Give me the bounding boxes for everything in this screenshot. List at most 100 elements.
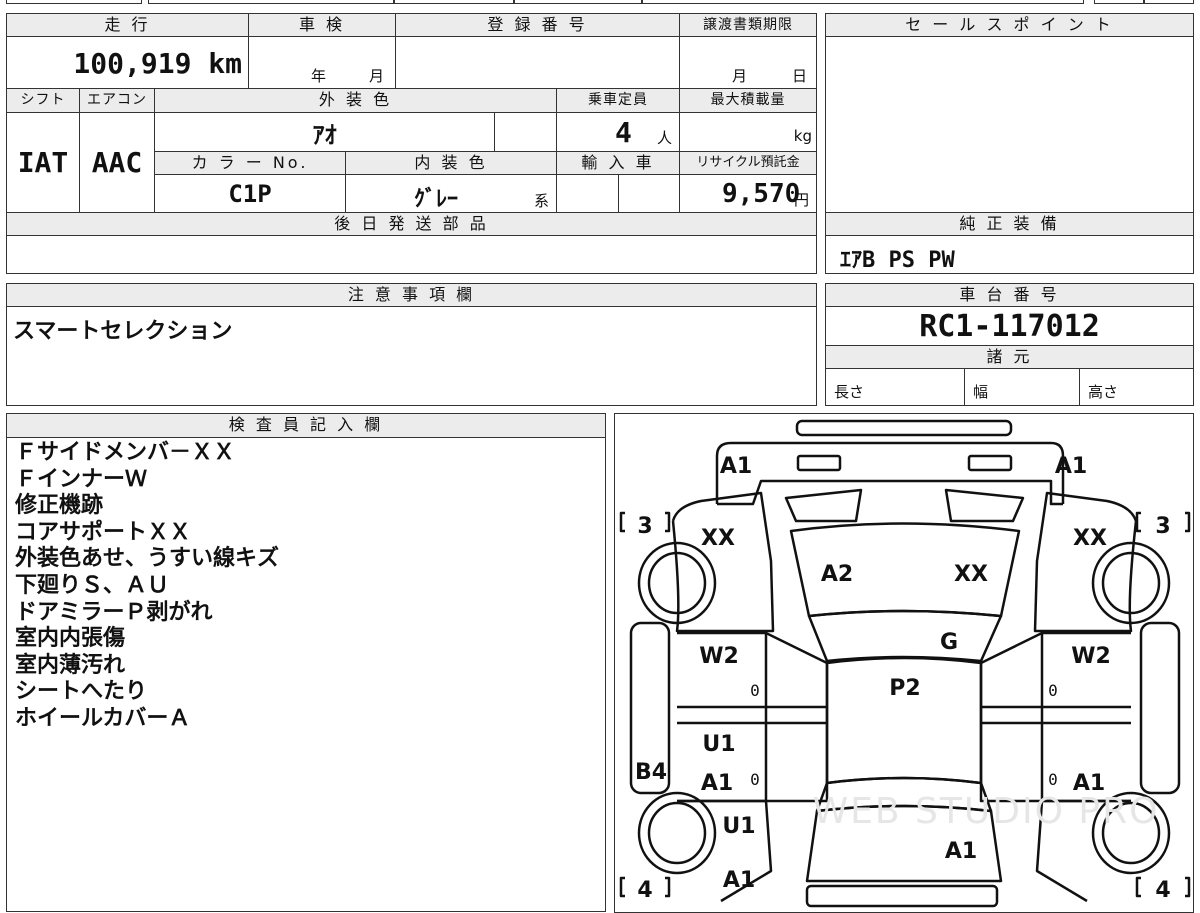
mileage-header: 走 行 xyxy=(6,13,249,37)
inspector-line: 修正機跡 xyxy=(15,493,104,519)
shift-value: IAT xyxy=(17,146,69,179)
deadline-day-unit: 日 xyxy=(792,67,808,85)
recycle-fee-unit: 円 xyxy=(794,191,810,209)
genuine-equipment-cell: ｴｱB PS PW xyxy=(825,235,1194,274)
exterior-color-sub-cell xyxy=(494,112,557,152)
shift-header: シフト xyxy=(6,88,80,113)
label-right-front-fender: XX xyxy=(1073,526,1107,551)
label-left-step: B4 xyxy=(635,760,667,785)
transfer-deadline-header: 譲渡書類期限 xyxy=(679,13,817,37)
auction-sheet: 走 行 車 検 登 録 番 号 譲渡書類期限 セ ー ル ス ポ イ ン ト 1… xyxy=(0,0,1200,913)
aircon-value: AAC xyxy=(91,146,143,179)
sales-point-cell xyxy=(825,36,1194,213)
import-cell-1 xyxy=(556,174,619,213)
inspector-line: シートへたり xyxy=(15,679,148,705)
max-load-cell: kg xyxy=(679,112,817,152)
inspector-line: コアサポートＸＸ xyxy=(15,519,192,545)
door-mark-right-rear: 0 xyxy=(1048,770,1058,789)
interior-color-header: 内 装 色 xyxy=(345,151,557,175)
mileage-cell: 100,919 km xyxy=(6,36,249,89)
spec-width-cell: 幅 xyxy=(964,368,1080,406)
specs-header: 諸 元 xyxy=(825,345,1194,369)
aircon-header: エアコン xyxy=(79,88,155,113)
later-parts-cell xyxy=(6,235,817,274)
chassis-no-value: RC1-117012 xyxy=(919,308,1100,344)
label-right-front-bumper: A1 xyxy=(1055,454,1087,479)
spec-height-label: 高さ xyxy=(1088,383,1119,401)
watermark: WEB STUDIO PRO xyxy=(813,791,1160,832)
label-left-rear-door-2: A1 xyxy=(701,771,733,796)
spec-width-label: 幅 xyxy=(973,383,989,401)
top-strip-cell xyxy=(6,0,142,4)
top-strip-cell xyxy=(148,0,394,4)
shaken-year-unit: 年 xyxy=(311,67,327,85)
chassis-no-header: 車 台 番 号 xyxy=(825,283,1194,307)
color-no-header: カ ラ ー No. xyxy=(154,151,346,175)
exterior-color-cell: ｱｵ xyxy=(154,112,495,152)
import-header: 輸 入 車 xyxy=(556,151,680,175)
inspector-line: Ｆサイドメンバ－ＸＸ xyxy=(15,440,236,465)
label-left-front-bumper: A1 xyxy=(720,454,752,479)
caution-header: 注 意 事 項 欄 xyxy=(6,283,817,307)
aircon-cell: AAC xyxy=(79,112,155,213)
inspector-line: 下廻りＳ、ＡＵ xyxy=(15,572,170,598)
interior-color-suffix: 系 xyxy=(534,192,550,210)
color-no-cell: C1P xyxy=(154,174,346,213)
inspector-header: 検 査 員 記 入 欄 xyxy=(6,413,606,438)
interior-color-cell: ｸﾞﾚｰ 系 xyxy=(345,174,557,213)
label-rear-right-tire: 4 xyxy=(1155,878,1170,903)
top-strip-cell xyxy=(1094,0,1144,4)
top-strip-cell xyxy=(394,0,514,4)
deadline-month-unit: 月 xyxy=(732,67,748,85)
top-strip-cell xyxy=(642,0,1084,4)
label-front-left-tire: 3 xyxy=(637,514,652,539)
label-left-rear-fender-2: A1 xyxy=(723,868,755,893)
label-hood-left: A2 xyxy=(821,562,853,587)
inspector-notes: Ｆサイドメンバ－ＸＸ ＦインナーＷ 修正機跡 コアサポートＸＸ 外装色あせ、うす… xyxy=(6,437,606,912)
door-mark-right-front: 0 xyxy=(1048,681,1058,700)
top-strip-cell xyxy=(514,0,642,4)
shaken-header: 車 検 xyxy=(248,13,396,37)
exterior-color-value: ｱｵ xyxy=(312,120,337,149)
caution-cell: スマートセレクション xyxy=(6,306,817,406)
registration-header: 登 録 番 号 xyxy=(395,13,680,37)
recycle-fee-header: リサイクル預託金 xyxy=(679,151,817,175)
capacity-header: 乗車定員 xyxy=(556,88,680,113)
label-trunk: A1 xyxy=(945,839,977,864)
inspector-line: ホイールカバーＡ xyxy=(15,705,191,731)
top-strip-cell xyxy=(1144,0,1194,4)
spec-length-label: 長さ xyxy=(834,383,865,401)
inspector-line: 室内内張傷 xyxy=(15,626,126,652)
genuine-equipment-value: ｴｱB PS PW xyxy=(840,248,955,273)
caution-value: スマートセレクション xyxy=(13,319,233,344)
door-mark-left-rear: 0 xyxy=(750,770,760,789)
label-roof: P2 xyxy=(889,676,920,701)
capacity-value: 4 xyxy=(615,116,632,149)
max-load-unit: kg xyxy=(793,127,812,145)
color-no-value: C1P xyxy=(228,179,272,208)
car-diagram: A1 A1 XX XX A2 XX G P2 W2 W2 U1 A1 A1 B4… xyxy=(619,419,1191,908)
chassis-no-cell: RC1-117012 xyxy=(825,306,1194,346)
inspector-line: 室内薄汚れ xyxy=(15,652,126,678)
shaken-month-unit: 月 xyxy=(369,67,385,85)
inspector-line: ＦインナーＷ xyxy=(15,466,148,492)
exterior-color-header: 外 装 色 xyxy=(154,88,557,113)
label-left-rear-door-1: U1 xyxy=(702,732,735,757)
label-left-front-door: W2 xyxy=(699,644,739,669)
door-mark-left-front: 0 xyxy=(750,681,760,700)
shaken-cell: 年 月 xyxy=(248,36,396,89)
spec-length-cell: 長さ xyxy=(825,368,965,406)
genuine-equipment-header: 純 正 装 備 xyxy=(825,212,1194,236)
label-right-front-door: W2 xyxy=(1071,644,1111,669)
label-hood-right: XX xyxy=(954,562,988,587)
label-rear-left-tire: 4 xyxy=(637,878,652,903)
import-cell-2 xyxy=(618,174,680,213)
shift-cell: IAT xyxy=(6,112,80,213)
capacity-cell: 4 人 xyxy=(556,112,680,152)
later-parts-header: 後 日 発 送 部 品 xyxy=(6,212,817,236)
car-diagram-panel: A1 A1 XX XX A2 XX G P2 W2 W2 U1 A1 A1 B4… xyxy=(614,413,1194,913)
inspector-line: ドアミラーＰ剥がれ xyxy=(15,599,213,625)
interior-color-value: ｸﾞﾚｰ xyxy=(414,187,459,212)
label-left-front-fender: XX xyxy=(701,526,735,551)
mileage-value: 100,919 km xyxy=(73,47,242,80)
